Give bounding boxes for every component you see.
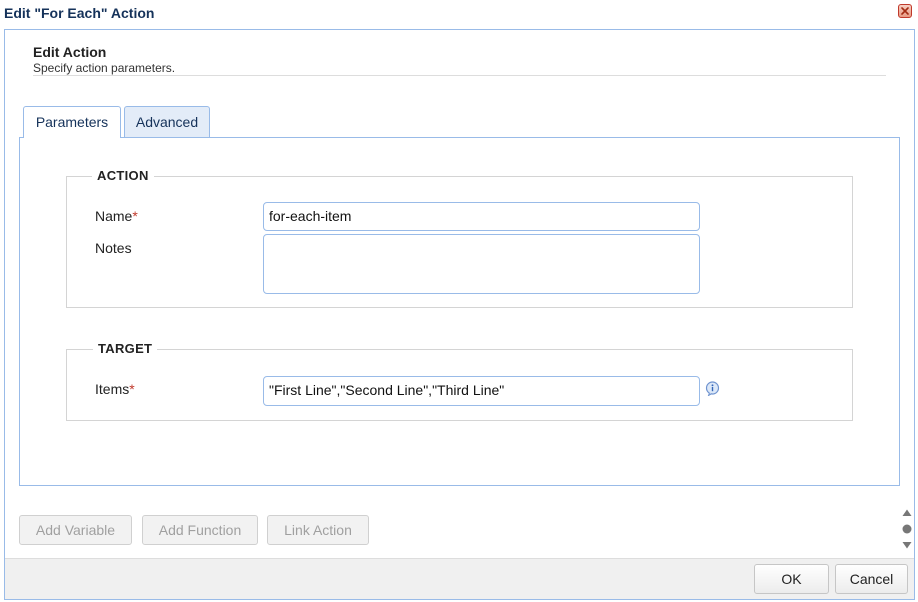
tab-parameters[interactable]: Parameters [23,106,121,138]
target-legend: TARGET [93,341,158,356]
items-field[interactable]: "First Line","Second Line","Third Line" [263,376,700,406]
items-label: Items* [95,381,135,397]
scroll-up-icon [902,509,912,516]
notes-field[interactable] [263,234,700,294]
link-action-button[interactable]: Link Action [267,515,369,545]
action-legend: ACTION [92,168,154,183]
name-label-text: Name [95,208,133,224]
header-divider [33,75,886,76]
name-field[interactable]: for-each-item [263,202,700,231]
close-icon [901,7,909,15]
add-function-button[interactable]: Add Function [142,515,258,545]
required-marker: * [132,208,138,224]
ok-button[interactable]: OK [754,564,829,594]
scroll-control[interactable] [900,506,914,552]
required-marker: * [129,381,135,397]
window-title: Edit "For Each" Action [4,5,155,21]
items-label-text: Items [95,381,130,397]
title-bar[interactable]: Edit "For Each" Action [0,0,918,27]
info-icon[interactable] [705,381,720,396]
section-header-title: Edit Action [33,44,107,60]
add-variable-button[interactable]: Add Variable [19,515,132,545]
close-button[interactable] [898,4,912,18]
scroll-down-icon [902,542,912,549]
tab-advanced[interactable]: Advanced [124,106,210,137]
notes-label: Notes [95,240,132,256]
scroll-thumb [902,524,912,534]
edit-action-dialog: Edit "For Each" Action Edit Action Speci… [0,0,918,602]
cancel-button[interactable]: Cancel [835,564,908,594]
name-label: Name* [95,208,138,224]
section-header-subtitle: Specify action parameters. [33,61,176,75]
